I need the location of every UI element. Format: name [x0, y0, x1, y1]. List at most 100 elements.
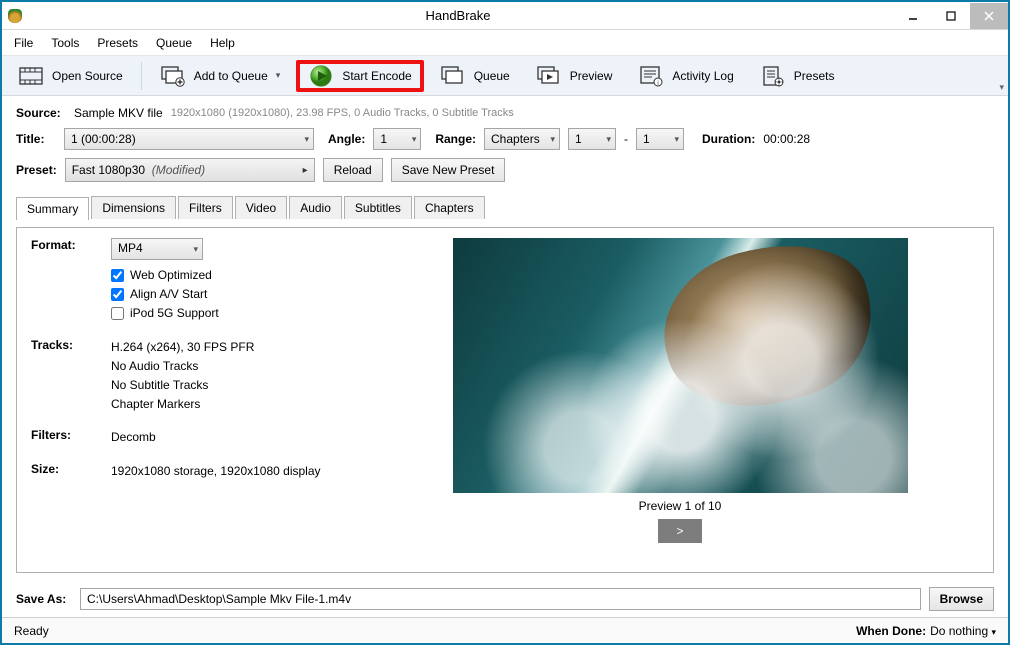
range-type-value: Chapters: [491, 132, 540, 146]
range-type-select[interactable]: Chapters: [484, 128, 560, 150]
add-to-queue-button[interactable]: Add to Queue ▾: [150, 61, 291, 91]
titlebar: HandBrake: [2, 2, 1008, 30]
angle-select[interactable]: 1: [373, 128, 421, 150]
tab-video[interactable]: Video: [235, 196, 287, 219]
preset-select[interactable]: Fast 1080p30 (Modified) ▸: [65, 158, 315, 182]
range-to-value: 1: [643, 132, 650, 146]
tracks-label: Tracks:: [31, 338, 91, 352]
browse-button[interactable]: Browse: [929, 587, 994, 611]
filters-value: Decomb: [111, 428, 361, 447]
range-from-select[interactable]: 1: [568, 128, 616, 150]
minimize-button[interactable]: [894, 3, 932, 29]
reload-button[interactable]: Reload: [323, 158, 383, 182]
window-title: HandBrake: [22, 8, 894, 23]
tab-summary[interactable]: Summary: [16, 197, 89, 220]
presets-label: Presets: [794, 69, 835, 83]
queue-button[interactable]: Queue: [430, 61, 520, 91]
tabs: Summary Dimensions Filters Video Audio S…: [16, 196, 994, 219]
queue-label: Queue: [474, 69, 510, 83]
size-value: 1920x1080 storage, 1920x1080 display: [111, 462, 361, 481]
tab-filters[interactable]: Filters: [178, 196, 233, 219]
menu-tools[interactable]: Tools: [43, 32, 87, 54]
source-label: Source:: [16, 106, 66, 120]
start-encode-button[interactable]: Start Encode: [296, 60, 423, 92]
toolbar-separator: [141, 62, 142, 90]
queue-icon: [440, 65, 466, 87]
menu-presets[interactable]: Presets: [89, 32, 146, 54]
format-select[interactable]: MP4: [111, 238, 203, 260]
presets-button[interactable]: Presets: [750, 61, 845, 91]
range-to-select[interactable]: 1: [636, 128, 684, 150]
when-done-label: When Done:: [856, 624, 926, 638]
format-value: MP4: [118, 239, 143, 258]
menubar: File Tools Presets Queue Help: [2, 30, 1008, 56]
preset-row: Preset: Fast 1080p30 (Modified) ▸ Reload…: [16, 158, 994, 182]
tab-chapters[interactable]: Chapters: [414, 196, 485, 219]
source-name: Sample MKV file: [74, 106, 163, 120]
title-value: 1 (00:00:28): [71, 132, 136, 146]
tracks-line: H.264 (x264), 30 FPS PFR: [111, 338, 361, 357]
preview-button[interactable]: Preview: [526, 61, 623, 91]
activity-log-label: Activity Log: [672, 69, 733, 83]
play-icon: [308, 65, 334, 87]
statusbar: Ready When Done: Do nothing ▾: [2, 617, 1008, 643]
app-window: HandBrake File Tools Presets Queue Help …: [0, 0, 1010, 645]
toolbar: Open Source Add to Queue ▾ Start Encode …: [2, 56, 1008, 96]
tracks-line: No Subtitle Tracks: [111, 376, 361, 395]
web-optimized-checkbox[interactable]: [111, 269, 124, 282]
web-optimized-label: Web Optimized: [130, 266, 212, 285]
duration-value: 00:00:28: [763, 132, 810, 146]
menu-help[interactable]: Help: [202, 32, 243, 54]
start-encode-label: Start Encode: [342, 69, 411, 83]
preview-icon: [536, 65, 562, 87]
tab-audio[interactable]: Audio: [289, 196, 342, 219]
save-as-label: Save As:: [16, 592, 72, 606]
maximize-button[interactable]: [932, 3, 970, 29]
add-to-queue-label: Add to Queue: [194, 69, 268, 83]
save-new-preset-button[interactable]: Save New Preset: [391, 158, 506, 182]
range-label: Range:: [435, 132, 476, 146]
film-icon: [18, 65, 44, 87]
tracks-line: Chapter Markers: [111, 395, 361, 414]
align-av-checkbox[interactable]: [111, 288, 124, 301]
tab-dimensions[interactable]: Dimensions: [91, 196, 176, 219]
filters-label: Filters:: [31, 428, 91, 442]
toolbar-overflow-icon[interactable]: ▾: [999, 82, 1004, 93]
when-done-text: Do nothing: [930, 624, 988, 638]
range-dash: -: [624, 132, 628, 146]
menu-queue[interactable]: Queue: [148, 32, 200, 54]
content-area: Source: Sample MKV file 1920x1080 (1920x…: [2, 96, 1008, 617]
angle-label: Angle:: [328, 132, 365, 146]
title-select[interactable]: 1 (00:00:28): [64, 128, 314, 150]
ipod-checkbox[interactable]: [111, 307, 124, 320]
preview-image: [453, 238, 908, 493]
open-source-button[interactable]: Open Source: [8, 61, 133, 91]
preview-next-button[interactable]: >: [658, 519, 702, 543]
activity-log-button[interactable]: i Activity Log: [628, 61, 743, 91]
preview-counter: Preview 1 of 10: [639, 499, 722, 513]
queue-add-icon: [160, 65, 186, 87]
ipod-label: iPod 5G Support: [130, 304, 219, 323]
close-button[interactable]: [970, 3, 1008, 29]
open-source-label: Open Source: [52, 69, 123, 83]
source-meta: 1920x1080 (1920x1080), 23.98 FPS, 0 Audi…: [171, 107, 514, 119]
format-label: Format:: [31, 238, 91, 252]
preview-label: Preview: [570, 69, 613, 83]
menu-file[interactable]: File: [6, 32, 41, 54]
tab-subtitles[interactable]: Subtitles: [344, 196, 412, 219]
preset-label: Preset:: [16, 163, 57, 177]
app-icon: [8, 9, 22, 23]
log-icon: i: [638, 65, 664, 87]
svg-text:i: i: [658, 81, 659, 87]
align-av-label: Align A/V Start: [130, 285, 207, 304]
angle-value: 1: [380, 132, 387, 146]
size-label: Size:: [31, 462, 91, 476]
save-as-row: Save As: Browse: [16, 587, 994, 611]
tracks-line: No Audio Tracks: [111, 357, 361, 376]
save-as-input[interactable]: [80, 588, 921, 610]
source-row: Source: Sample MKV file 1920x1080 (1920x…: [16, 106, 994, 120]
preset-modified: (Modified): [152, 163, 205, 177]
preset-name: Fast 1080p30: [72, 163, 145, 177]
when-done-value[interactable]: Do nothing ▾: [930, 624, 996, 638]
title-row: Title: 1 (00:00:28) Angle: 1 Range: Chap…: [16, 128, 994, 150]
